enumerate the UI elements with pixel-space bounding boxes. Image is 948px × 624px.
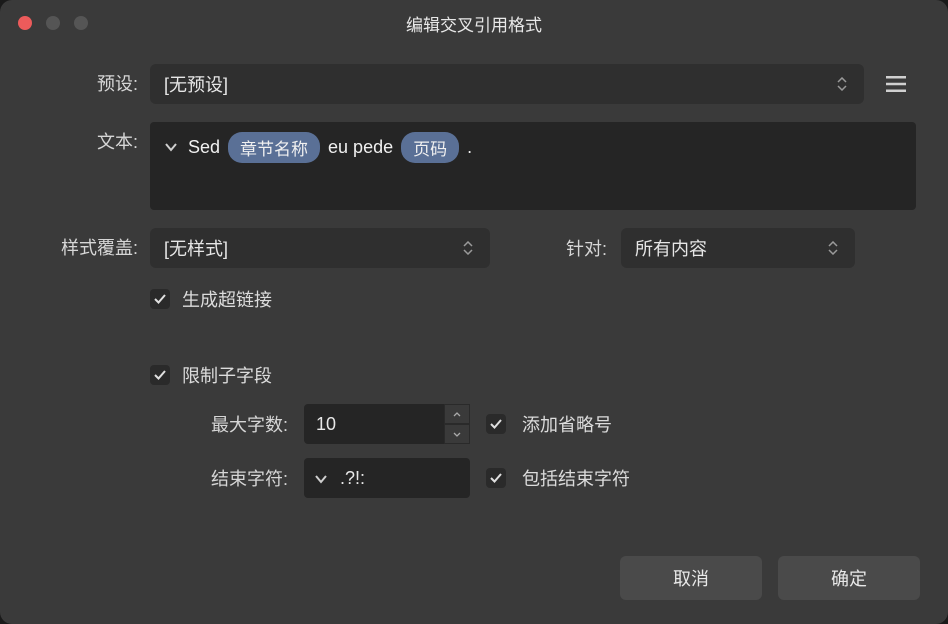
hyperlink-checkbox-label: 生成超链接	[182, 286, 272, 312]
close-window-button[interactable]	[18, 16, 32, 30]
preset-label: 预设:	[32, 64, 150, 96]
text-part: .	[467, 137, 472, 158]
check-icon	[153, 293, 167, 305]
limit-subfields-checkbox[interactable]	[150, 365, 170, 385]
max-chars-label: 最大字数:	[194, 411, 288, 437]
target-label: 针对:	[566, 235, 607, 261]
end-chars-label: 结束字符:	[194, 465, 288, 491]
add-ellipsis-label: 添加省略号	[522, 411, 612, 437]
insert-token-button[interactable]	[164, 132, 178, 157]
target-value: 所有内容	[635, 235, 825, 261]
include-end-chars-label: 包括结束字符	[522, 465, 630, 491]
chevron-down-icon	[164, 142, 178, 152]
check-icon	[153, 369, 167, 381]
text-part: Sed	[188, 137, 220, 158]
dialog-footer: 取消 确定	[0, 538, 948, 624]
max-chars-step-up[interactable]	[444, 404, 470, 424]
preset-menu-button[interactable]	[876, 64, 916, 104]
add-ellipsis-checkbox[interactable]	[486, 414, 506, 434]
preset-select[interactable]: [无预设]	[150, 64, 864, 104]
hyperlink-checkbox[interactable]	[150, 289, 170, 309]
text-part: eu pede	[328, 137, 393, 158]
window-title: 编辑交叉引用格式	[18, 11, 930, 36]
style-override-label: 样式覆盖:	[32, 228, 150, 260]
check-icon	[489, 418, 503, 430]
end-chars-value: .?!:	[340, 468, 365, 489]
max-chars-step-down[interactable]	[444, 424, 470, 444]
maximize-window-button[interactable]	[74, 16, 88, 30]
updown-icon	[460, 241, 476, 255]
max-chars-spinner	[304, 404, 470, 444]
updown-icon	[825, 241, 841, 255]
titlebar: 编辑交叉引用格式	[0, 0, 948, 46]
edit-crossref-dialog: 编辑交叉引用格式 预设: [无预设]	[0, 0, 948, 624]
chevron-up-icon	[453, 412, 461, 417]
limit-subfields-checkbox-label: 限制子字段	[182, 362, 272, 388]
updown-icon	[834, 77, 850, 91]
dialog-content: 预设: [无预设]	[0, 46, 948, 538]
token-chapter-name[interactable]: 章节名称	[228, 132, 320, 163]
cancel-button[interactable]: 取消	[620, 556, 762, 600]
minimize-window-button[interactable]	[46, 16, 60, 30]
chevron-down-icon	[314, 474, 328, 484]
chevron-down-icon	[453, 432, 461, 437]
ok-button[interactable]: 确定	[778, 556, 920, 600]
format-text-field[interactable]: Sed 章节名称 eu pede 页码 .	[150, 122, 916, 210]
include-end-chars-checkbox[interactable]	[486, 468, 506, 488]
token-page-number[interactable]: 页码	[401, 132, 459, 163]
max-chars-input[interactable]	[304, 404, 444, 444]
end-chars-field[interactable]: .?!:	[304, 458, 470, 498]
preset-value: [无预设]	[164, 71, 834, 97]
format-text-content: Sed 章节名称 eu pede 页码 .	[188, 132, 472, 163]
style-override-select[interactable]: [无样式]	[150, 228, 490, 268]
text-label: 文本:	[32, 122, 150, 154]
hamburger-icon	[886, 76, 906, 92]
target-select[interactable]: 所有内容	[621, 228, 855, 268]
window-controls	[18, 16, 88, 30]
style-override-value: [无样式]	[164, 235, 460, 261]
end-chars-dropdown[interactable]	[314, 468, 328, 489]
check-icon	[489, 472, 503, 484]
